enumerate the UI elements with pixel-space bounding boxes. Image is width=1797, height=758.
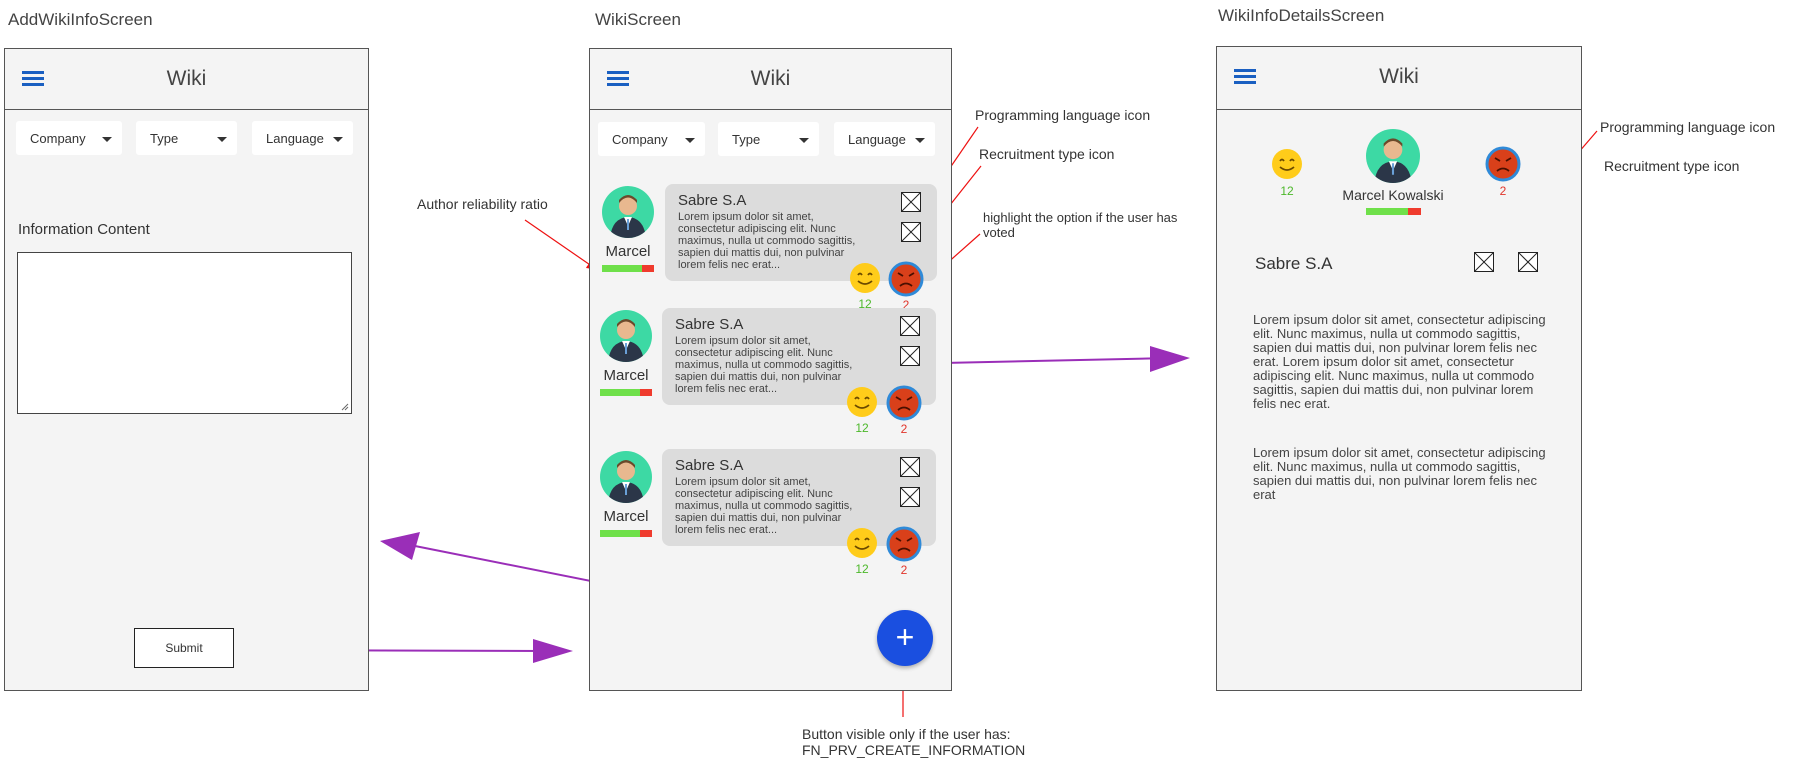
card-text: Lorem ipsum dolor sit amet, consectetur …: [675, 335, 853, 395]
avatar: [1366, 129, 1420, 183]
avatar: [600, 310, 652, 362]
resize-handle-icon[interactable]: [341, 403, 349, 411]
reliability-ratio-bar: [602, 265, 654, 272]
list-screen-frame: Wiki Company Type Language Marcel Sabre …: [589, 48, 952, 691]
details-paragraph: Lorem ipsum dolor sit amet, consectetur …: [1253, 445, 1546, 502]
smile-emoji-icon[interactable]: [846, 386, 878, 418]
arrow-author-ratio: [524, 219, 597, 270]
list-screen-title: WikiScreen: [595, 10, 681, 29]
card-company: Sabre S.A: [678, 192, 747, 209]
reliability-ratio-bar: [1366, 208, 1421, 215]
author-name: Marcel: [603, 508, 649, 525]
angry-emoji-icon[interactable]: [886, 526, 922, 562]
chevron-down-icon: [217, 137, 227, 142]
angry-emoji-icon[interactable]: [1485, 146, 1521, 182]
annotation-author-reliability: Author reliability ratio: [417, 196, 548, 212]
language-dropdown[interactable]: Language: [834, 122, 935, 156]
programming-language-icon: [1474, 252, 1494, 272]
annotation-fab-note-line2: FN_PRV_CREATE_INFORMATION: [802, 742, 1026, 758]
recruitment-type-icon: [1518, 252, 1538, 272]
recruitment-type-icon: [900, 346, 920, 366]
language-dropdown-label: Language: [266, 131, 324, 146]
type-dropdown[interactable]: Type: [136, 121, 237, 155]
avatar: [602, 186, 654, 238]
programming-language-icon: [900, 457, 920, 477]
avatar: [600, 451, 652, 503]
add-screen-title: AddWikiInfoScreen: [8, 10, 153, 29]
content-label: Information Content: [18, 221, 150, 238]
chevron-down-icon: [102, 137, 112, 142]
submit-button[interactable]: Submit: [134, 628, 234, 668]
add-info-fab[interactable]: +: [877, 610, 933, 666]
annotation-programming-language: Programming language icon: [975, 107, 1151, 123]
angry-emoji-icon[interactable]: [886, 385, 922, 421]
recruitment-type-icon: [901, 222, 921, 242]
smile-emoji-icon[interactable]: [1271, 148, 1303, 180]
annotation-fab-note-line1: Button visible only if the user has:: [802, 726, 1011, 742]
company-dropdown-label: Company: [30, 131, 86, 146]
like-count: 12: [1280, 184, 1294, 198]
like-count: 12: [855, 562, 869, 576]
chevron-down-icon: [799, 138, 809, 143]
appbar-title: Wiki: [750, 67, 791, 90]
details-screen-title: WikiInfoDetailsScreen: [1218, 6, 1385, 25]
chevron-down-icon: [333, 137, 343, 142]
list-item[interactable]: Marcel Sabre S.A Lorem ipsum dolor sit a…: [590, 184, 953, 314]
company-dropdown-label: Company: [612, 132, 668, 147]
type-dropdown-label: Type: [150, 131, 179, 146]
language-dropdown-label: Language: [848, 132, 906, 147]
author-name: Marcel Kowalski: [1342, 187, 1444, 203]
type-dropdown-label: Type: [732, 132, 761, 147]
annotation-details-recruitment-type: Recruitment type icon: [1604, 158, 1740, 174]
list-item[interactable]: Marcel Sabre S.A Lorem ipsum dolor sit a…: [590, 449, 953, 579]
card-company: Sabre S.A: [675, 457, 744, 474]
author-name: Marcel: [603, 367, 649, 384]
details-paragraph: Lorem ipsum dolor sit amet, consectetur …: [1253, 312, 1546, 411]
annotation-recruitment-type: Recruitment type icon: [979, 146, 1115, 162]
card-text: Lorem ipsum dolor sit amet, consectetur …: [678, 211, 856, 271]
language-dropdown[interactable]: Language: [252, 121, 353, 155]
annotation-details-programming-language: Programming language icon: [1600, 119, 1776, 135]
arrow-card-to-details: [942, 346, 1190, 372]
list-appbar: Wiki: [590, 49, 951, 110]
add-screen-frame: Wiki Company Type Language Information C…: [4, 48, 369, 691]
smile-emoji-icon[interactable]: [849, 262, 881, 294]
details-company: Sabre S.A: [1255, 254, 1333, 273]
details-screen-frame: Wiki Marcel Kowalski 12 2 Sabre S.A Lore…: [1216, 46, 1582, 691]
card-company: Sabre S.A: [675, 316, 744, 333]
annotation-fab-note: Button visible only if the user has: FN_…: [802, 726, 1025, 758]
content-textarea[interactable]: [17, 252, 352, 414]
dislike-count: 2: [900, 422, 908, 436]
chevron-down-icon: [915, 138, 925, 143]
appbar-title: Wiki: [166, 67, 207, 90]
like-count: 12: [855, 421, 869, 435]
dislike-count: 2: [900, 563, 908, 577]
company-dropdown[interactable]: Company: [598, 122, 705, 156]
angry-emoji-icon[interactable]: [888, 261, 924, 297]
card-text: Lorem ipsum dolor sit amet, consectetur …: [675, 476, 853, 536]
annotation-highlight-vote: highlight the option if the user has vot…: [983, 210, 1178, 240]
appbar-title: Wiki: [1379, 65, 1419, 88]
add-appbar: Wiki: [5, 49, 368, 110]
programming-language-icon: [900, 316, 920, 336]
reliability-ratio-bar: [600, 389, 652, 396]
author-name: Marcel: [605, 243, 651, 260]
type-dropdown[interactable]: Type: [718, 122, 819, 156]
company-dropdown[interactable]: Company: [16, 121, 122, 155]
reliability-ratio-bar: [600, 530, 652, 537]
details-appbar: Wiki: [1217, 47, 1581, 110]
smile-emoji-icon[interactable]: [846, 527, 878, 559]
programming-language-icon: [901, 192, 921, 212]
chevron-down-icon: [685, 138, 695, 143]
recruitment-type-icon: [900, 487, 920, 507]
list-item[interactable]: Marcel Sabre S.A Lorem ipsum dolor sit a…: [590, 308, 953, 438]
dislike-count: 2: [1499, 184, 1507, 198]
